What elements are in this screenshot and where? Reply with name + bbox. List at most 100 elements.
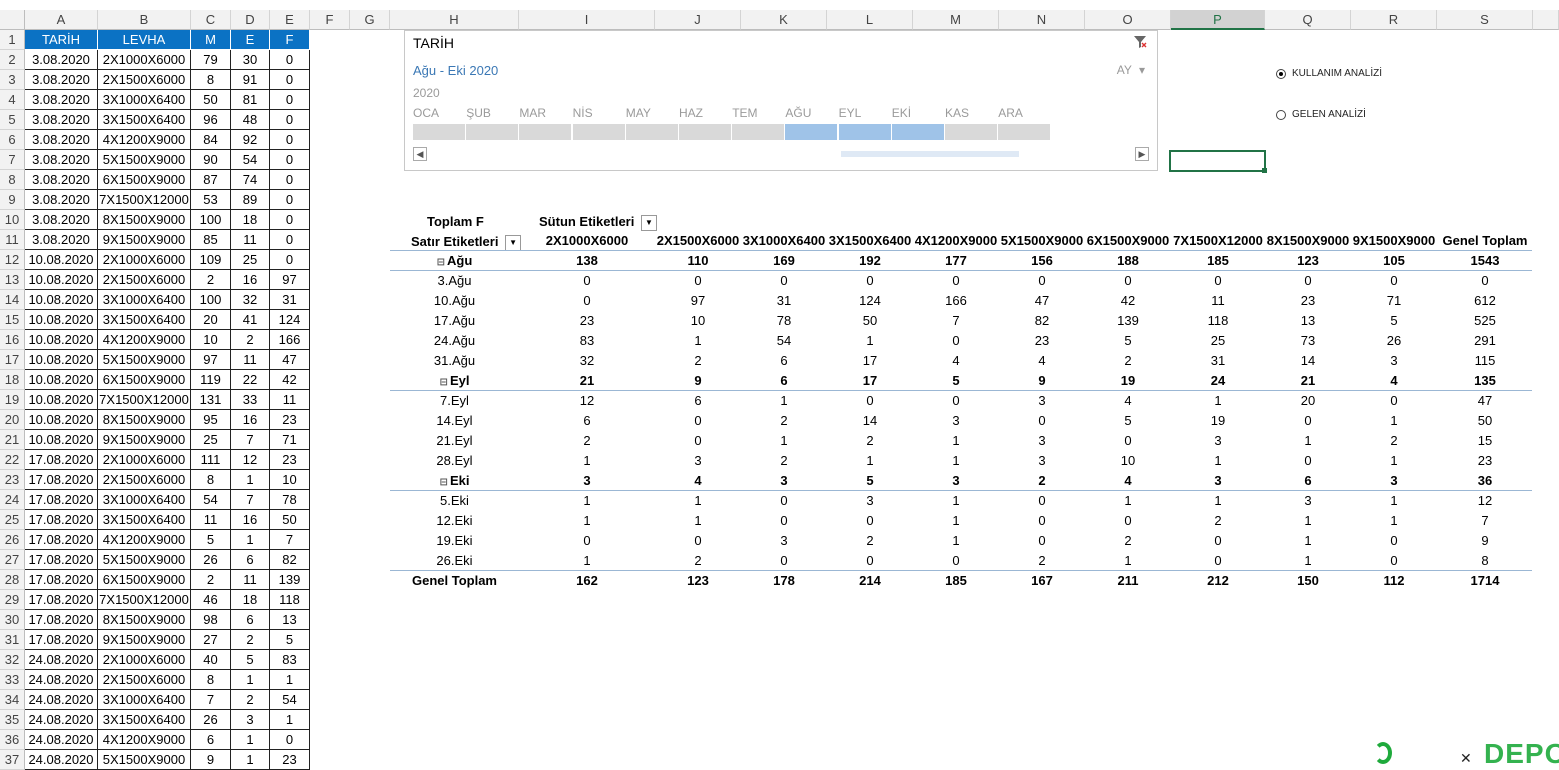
pivot-value[interactable]: 3 <box>1351 351 1437 371</box>
pivot-value[interactable]: 25 <box>1171 331 1265 351</box>
table-cell-levha[interactable]: 6X1500X9000 <box>98 370 191 390</box>
pivot-value[interactable]: 23 <box>1265 291 1351 311</box>
pivot-value[interactable]: 123 <box>1265 251 1351 271</box>
pivot-value[interactable]: 73 <box>1265 331 1351 351</box>
table-cell-f[interactable]: 0 <box>270 250 310 270</box>
pivot-value[interactable]: 0 <box>741 271 827 291</box>
table-cell-m[interactable]: 100 <box>191 290 231 310</box>
table-cell-e[interactable]: 5 <box>231 650 270 670</box>
table-cell-tarih[interactable]: 17.08.2020 <box>25 530 98 550</box>
table-cell-levha[interactable]: 3X1000X6400 <box>98 290 191 310</box>
row-header[interactable]: 4 <box>0 90 25 110</box>
pivot-value[interactable]: 17 <box>827 371 913 391</box>
month-tile[interactable] <box>466 124 519 140</box>
table-cell-e[interactable]: 1 <box>231 670 270 690</box>
table-cell-tarih[interactable]: 24.08.2020 <box>25 710 98 730</box>
pivot-value[interactable]: 1 <box>1085 551 1171 571</box>
table-cell-tarih[interactable]: 3.08.2020 <box>25 110 98 130</box>
table-cell-m[interactable]: 111 <box>191 450 231 470</box>
pivot-value[interactable]: 1 <box>913 531 999 551</box>
pivot-value[interactable]: 525 <box>1437 311 1533 331</box>
row-header[interactable]: 37 <box>0 750 25 770</box>
row-header[interactable]: 21 <box>0 430 25 450</box>
row-header[interactable]: 27 <box>0 550 25 570</box>
pivot-value[interactable]: 1 <box>519 511 655 531</box>
pivot-value[interactable]: 0 <box>1265 451 1351 471</box>
table-cell-f[interactable]: 0 <box>270 230 310 250</box>
column-header-g[interactable]: G <box>350 10 390 30</box>
table-cell-m[interactable]: 27 <box>191 630 231 650</box>
table-cell-levha[interactable]: 3X1500X6400 <box>98 310 191 330</box>
pivot-value[interactable]: 1 <box>1351 451 1437 471</box>
column-header-j[interactable]: J <box>655 10 741 30</box>
pivot-value[interactable]: 185 <box>1171 251 1265 271</box>
pivot-value[interactable]: 2 <box>741 411 827 431</box>
pivot-value[interactable]: 3 <box>1351 471 1437 491</box>
pivot-value[interactable]: 0 <box>913 331 999 351</box>
table-cell-f[interactable]: 47 <box>270 350 310 370</box>
pivot-value[interactable]: 3 <box>999 451 1085 471</box>
pivot-value[interactable]: 156 <box>999 251 1085 271</box>
table-cell-m[interactable]: 8 <box>191 470 231 490</box>
month-tile[interactable] <box>519 124 572 140</box>
table-cell-f[interactable]: 97 <box>270 270 310 290</box>
table-cell-f[interactable]: 11 <box>270 390 310 410</box>
row-header[interactable]: 28 <box>0 570 25 590</box>
table-cell-e[interactable]: 1 <box>231 470 270 490</box>
table-cell-levha[interactable]: 2X1000X6000 <box>98 650 191 670</box>
table-cell-m[interactable]: 50 <box>191 90 231 110</box>
pivot-value[interactable]: 5 <box>1085 411 1171 431</box>
pivot-value[interactable]: 1 <box>1085 491 1171 511</box>
pivot-value[interactable]: 2 <box>1085 531 1171 551</box>
pivot-column-labels[interactable]: Sütun Etiketleri ▼ <box>539 214 657 231</box>
pivot-value[interactable]: 1 <box>1265 431 1351 451</box>
column-header-c[interactable]: C <box>191 10 231 30</box>
table-cell-m[interactable]: 53 <box>191 190 231 210</box>
pivot-value[interactable]: 0 <box>1265 411 1351 431</box>
table-cell-levha[interactable]: 2X1500X6000 <box>98 270 191 290</box>
pivot-value[interactable]: 0 <box>741 551 827 571</box>
pivot-value[interactable]: 3 <box>999 431 1085 451</box>
table-cell-tarih[interactable]: 3.08.2020 <box>25 210 98 230</box>
table-cell-tarih[interactable]: 3.08.2020 <box>25 70 98 90</box>
table-cell-tarih[interactable]: 3.08.2020 <box>25 50 98 70</box>
month-tile[interactable] <box>838 124 891 140</box>
row-header[interactable]: 29 <box>0 590 25 610</box>
table-cell-e[interactable]: 54 <box>231 150 270 170</box>
pivot-value[interactable]: 47 <box>1437 391 1533 411</box>
table-cell-levha[interactable]: 2X1500X6000 <box>98 470 191 490</box>
pivot-value[interactable]: 11 <box>1171 291 1265 311</box>
pivot-value[interactable]: 3 <box>519 471 655 491</box>
pivot-value[interactable]: 23 <box>1437 451 1533 471</box>
pivot-value[interactable]: 6 <box>655 391 741 411</box>
pivot-value[interactable]: 0 <box>1085 431 1171 451</box>
table-cell-f[interactable]: 7 <box>270 530 310 550</box>
pivot-value[interactable]: 6 <box>519 411 655 431</box>
time-level-dropdown[interactable]: AY ▾ <box>1117 63 1145 77</box>
pivot-value[interactable]: 0 <box>913 391 999 411</box>
pivot-value[interactable]: 83 <box>519 331 655 351</box>
pivot-value[interactable]: 2 <box>1085 351 1171 371</box>
table-cell-f[interactable]: 31 <box>270 290 310 310</box>
pivot-value[interactable]: 1 <box>519 451 655 471</box>
pivot-value[interactable]: 5 <box>1351 311 1437 331</box>
table-cell-tarih[interactable]: 10.08.2020 <box>25 250 98 270</box>
pivot-value[interactable]: 118 <box>1171 311 1265 331</box>
table-cell-e[interactable]: 6 <box>231 550 270 570</box>
pivot-value[interactable]: 115 <box>1437 351 1533 371</box>
pivot-value[interactable]: 0 <box>999 511 1085 531</box>
table-cell-f[interactable]: 78 <box>270 490 310 510</box>
pivot-value[interactable]: 7 <box>913 311 999 331</box>
slicer-scrollbar[interactable] <box>841 151 1019 157</box>
pivot-value[interactable]: 32 <box>519 351 655 371</box>
pivot-value[interactable]: 0 <box>1265 271 1351 291</box>
table-cell-f[interactable]: 50 <box>270 510 310 530</box>
pivot-group-row-label[interactable]: ⊟ Eyl <box>390 371 519 391</box>
table-cell-e[interactable]: 30 <box>231 50 270 70</box>
table-cell-tarih[interactable]: 3.08.2020 <box>25 150 98 170</box>
pivot-value[interactable]: 19 <box>1085 371 1171 391</box>
table-cell-m[interactable]: 87 <box>191 170 231 190</box>
table-cell-f[interactable]: 23 <box>270 450 310 470</box>
pivot-value[interactable]: 0 <box>519 291 655 311</box>
pivot-value[interactable]: 4 <box>655 471 741 491</box>
